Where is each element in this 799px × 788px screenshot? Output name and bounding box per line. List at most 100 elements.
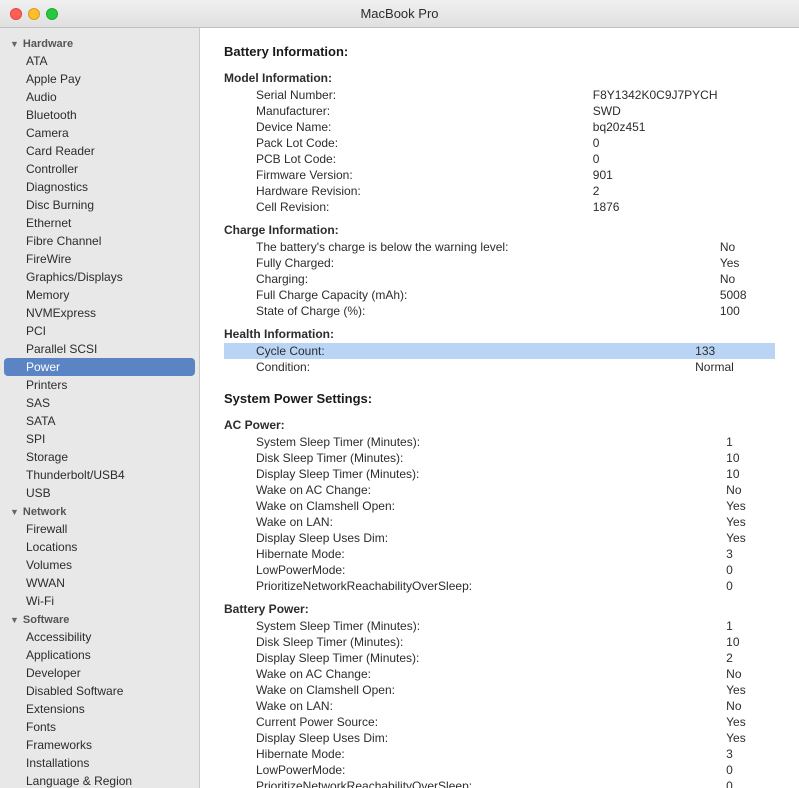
content-pane: Battery Information: Model Information: … xyxy=(200,28,799,788)
table-row: Hibernate Mode:3 xyxy=(224,546,775,562)
sidebar-item[interactable]: WWAN xyxy=(4,574,195,592)
table-row: Wake on Clamshell Open:Yes xyxy=(224,682,775,698)
sidebar-item[interactable]: USB xyxy=(4,484,195,502)
battery-info-title: Battery Information: xyxy=(224,44,775,59)
sidebar-item[interactable]: Locations xyxy=(4,538,195,556)
sidebar-section-software[interactable]: ▼ Software xyxy=(0,610,199,628)
sidebar-item[interactable]: SATA xyxy=(4,412,195,430)
charge-info-table: The battery's charge is below the warnin… xyxy=(224,239,775,319)
table-row: Full Charge Capacity (mAh): 5008 xyxy=(224,287,775,303)
charge-info-label: Charge Information: xyxy=(224,219,775,239)
table-row: Wake on AC Change:No xyxy=(224,666,775,682)
sidebar-item[interactable]: Apple Pay xyxy=(4,70,195,88)
table-row: Charging: No xyxy=(224,271,775,287)
sidebar-item[interactable]: Diagnostics xyxy=(4,178,195,196)
table-row: PrioritizeNetworkReachabilityOverSleep:0 xyxy=(224,578,775,594)
table-row: System Sleep Timer (Minutes):1 xyxy=(224,618,775,634)
close-button[interactable] xyxy=(10,8,22,20)
battery-power-label: Battery Power: xyxy=(224,598,775,618)
sidebar-item[interactable]: Graphics/Displays xyxy=(4,268,195,286)
sidebar: ▼ Hardware ATA Apple Pay Audio Bluetooth… xyxy=(0,28,200,788)
table-row: PrioritizeNetworkReachabilityOverSleep:0 xyxy=(224,778,775,788)
network-section-label: Network xyxy=(23,506,66,518)
table-row: Disk Sleep Timer (Minutes):10 xyxy=(224,634,775,650)
sidebar-item[interactable]: Volumes xyxy=(4,556,195,574)
table-row: Wake on Clamshell Open:Yes xyxy=(224,498,775,514)
sidebar-item[interactable]: Firewall xyxy=(4,520,195,538)
table-row: Display Sleep Uses Dim:Yes xyxy=(224,530,775,546)
sidebar-item[interactable]: Extensions xyxy=(4,700,195,718)
sidebar-item[interactable]: Camera xyxy=(4,124,195,142)
sidebar-item[interactable]: Parallel SCSI xyxy=(4,340,195,358)
sidebar-item[interactable]: Accessibility xyxy=(4,628,195,646)
table-row: Display Sleep Timer (Minutes):10 xyxy=(224,466,775,482)
table-row: System Sleep Timer (Minutes):1 xyxy=(224,434,775,450)
triangle-icon: ▼ xyxy=(10,615,19,625)
sidebar-item[interactable]: Disc Burning xyxy=(4,196,195,214)
sidebar-item[interactable]: Storage xyxy=(4,448,195,466)
table-row: Hardware Revision: 2 xyxy=(224,183,775,199)
model-info-label: Model Information: xyxy=(224,67,775,87)
sidebar-item[interactable]: Language & Region xyxy=(4,772,195,788)
sidebar-item[interactable]: Developer xyxy=(4,664,195,682)
title-bar: MacBook Pro xyxy=(0,0,799,28)
table-row: Pack Lot Code: 0 xyxy=(224,135,775,151)
sidebar-item[interactable]: PCI xyxy=(4,322,195,340)
table-row: LowPowerMode:0 xyxy=(224,562,775,578)
system-power-title: System Power Settings: xyxy=(224,391,775,406)
triangle-icon: ▼ xyxy=(10,39,19,49)
sidebar-item[interactable]: Controller xyxy=(4,160,195,178)
sidebar-item[interactable]: Memory xyxy=(4,286,195,304)
table-row: Fully Charged: Yes xyxy=(224,255,775,271)
table-row: Wake on AC Change:No xyxy=(224,482,775,498)
hardware-section-label: Hardware xyxy=(23,38,73,50)
sidebar-item[interactable]: Printers xyxy=(4,376,195,394)
table-row: Hibernate Mode:3 xyxy=(224,746,775,762)
table-row: Condition: Normal xyxy=(224,359,775,375)
sidebar-item[interactable]: Thunderbolt/USB4 xyxy=(4,466,195,484)
sidebar-item[interactable]: Frameworks xyxy=(4,736,195,754)
table-row: Serial Number: F8Y1342K0C9J7PYCH xyxy=(224,87,775,103)
table-row: Cell Revision: 1876 xyxy=(224,199,775,215)
sidebar-item[interactable]: ATA xyxy=(4,52,195,70)
sidebar-item[interactable]: Ethernet xyxy=(4,214,195,232)
sidebar-section-hardware[interactable]: ▼ Hardware xyxy=(0,34,199,52)
window-title: MacBook Pro xyxy=(360,6,438,21)
sidebar-item[interactable]: Wi-Fi xyxy=(4,592,195,610)
sidebar-item[interactable]: SAS xyxy=(4,394,195,412)
sidebar-item[interactable]: Disabled Software xyxy=(4,682,195,700)
sidebar-item[interactable]: NVMExpress xyxy=(4,304,195,322)
health-info-table: Cycle Count: 133 Condition: Normal xyxy=(224,343,775,375)
window-controls[interactable] xyxy=(10,8,58,20)
table-row: Device Name: bq20z451 xyxy=(224,119,775,135)
sidebar-item[interactable]: Installations xyxy=(4,754,195,772)
sidebar-item[interactable]: Audio xyxy=(4,88,195,106)
minimize-button[interactable] xyxy=(28,8,40,20)
software-section-label: Software xyxy=(23,614,69,626)
sidebar-item[interactable]: Applications xyxy=(4,646,195,664)
sidebar-item[interactable]: SPI xyxy=(4,430,195,448)
table-row: PCB Lot Code: 0 xyxy=(224,151,775,167)
sidebar-item[interactable]: Card Reader xyxy=(4,142,195,160)
table-row: Display Sleep Timer (Minutes):2 xyxy=(224,650,775,666)
ac-power-table: System Sleep Timer (Minutes):1 Disk Slee… xyxy=(224,434,775,594)
table-row: Wake on LAN:Yes xyxy=(224,514,775,530)
sidebar-section-network[interactable]: ▼ Network xyxy=(0,502,199,520)
sidebar-item[interactable]: Bluetooth xyxy=(4,106,195,124)
content-body: Battery Information: Model Information: … xyxy=(200,28,799,788)
battery-power-table: System Sleep Timer (Minutes):1 Disk Slee… xyxy=(224,618,775,788)
sidebar-item[interactable]: Fonts xyxy=(4,718,195,736)
table-row: Current Power Source:Yes xyxy=(224,714,775,730)
table-row: State of Charge (%): 100 xyxy=(224,303,775,319)
sidebar-item[interactable]: FireWire xyxy=(4,250,195,268)
maximize-button[interactable] xyxy=(46,8,58,20)
table-row: Firmware Version: 901 xyxy=(224,167,775,183)
main-area: ▼ Hardware ATA Apple Pay Audio Bluetooth… xyxy=(0,28,799,788)
table-row: LowPowerMode:0 xyxy=(224,762,775,778)
table-row: Disk Sleep Timer (Minutes):10 xyxy=(224,450,775,466)
sidebar-item[interactable]: Fibre Channel xyxy=(4,232,195,250)
table-row: The battery's charge is below the warnin… xyxy=(224,239,775,255)
triangle-icon: ▼ xyxy=(10,507,19,517)
sidebar-item-power[interactable]: Power xyxy=(4,358,195,376)
table-row: Wake on LAN:No xyxy=(224,698,775,714)
